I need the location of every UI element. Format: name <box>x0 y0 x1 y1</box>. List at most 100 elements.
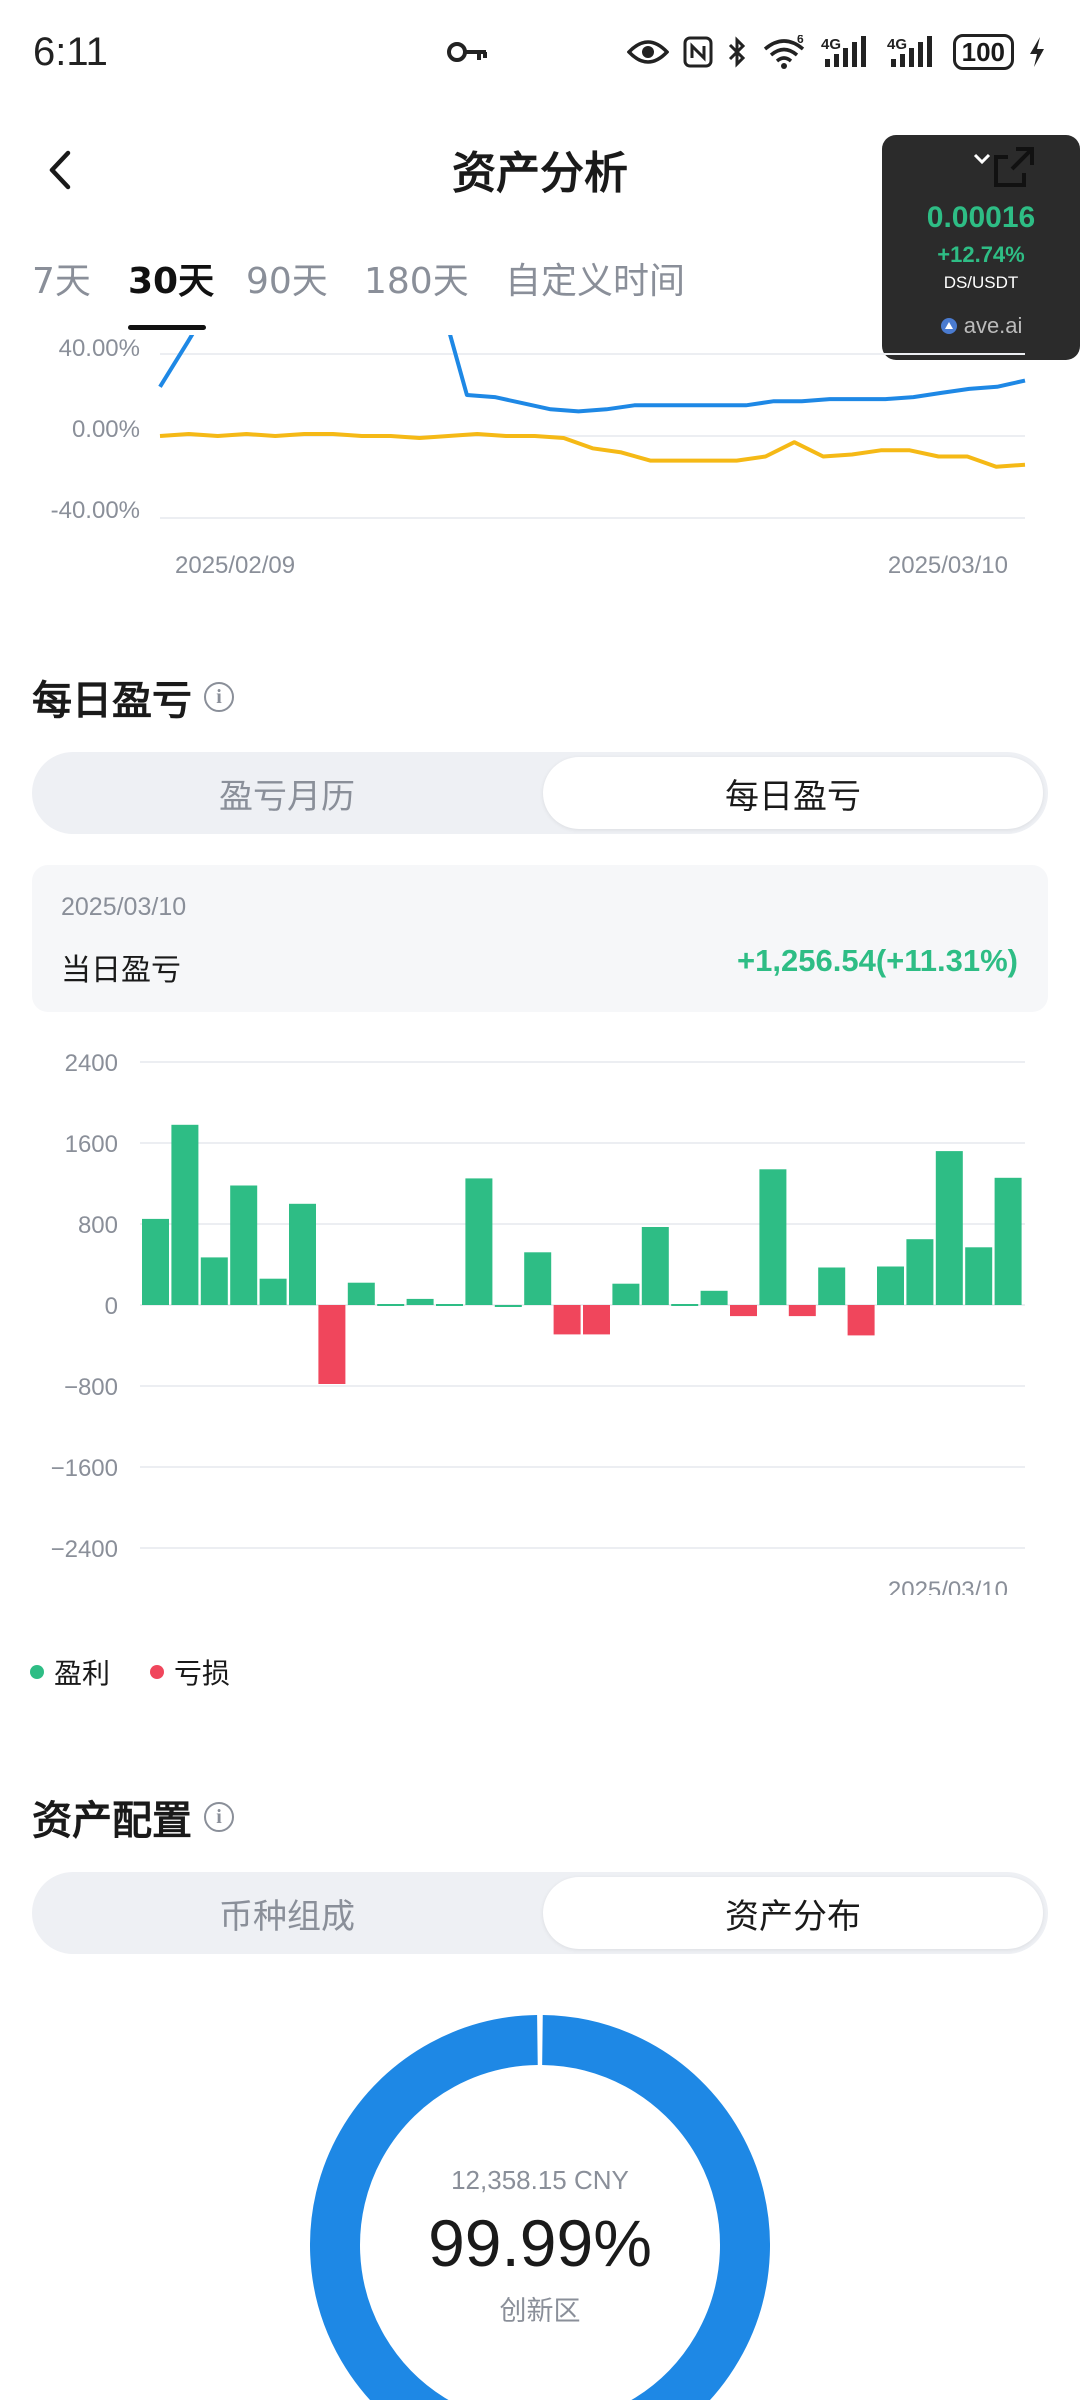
bar <box>759 1169 787 1305</box>
legend-loss: 亏损 <box>150 1652 230 1692</box>
bar <box>965 1247 993 1305</box>
bar <box>494 1305 522 1307</box>
segment-coin-composition[interactable]: 币种组成 <box>37 1877 537 1949</box>
bar <box>406 1298 434 1305</box>
bar <box>142 1218 169 1305</box>
loss-dot <box>150 1665 165 1679</box>
bar <box>612 1283 640 1305</box>
y-tick-label: −1600 <box>51 1455 118 1482</box>
bar <box>553 1305 581 1335</box>
bar <box>524 1252 552 1305</box>
bar <box>671 1304 699 1306</box>
daily-pnl-bar-chart: 2400 1600 800 0 −800 −1600 −2400 2025/03/10 <box>51 1050 1025 1595</box>
y-tick-label: 40.00% <box>59 335 140 362</box>
pnl-value: +1,256.54(+11.31%) <box>737 943 1018 978</box>
bar <box>465 1178 493 1305</box>
widget-pair: DS/USDT <box>943 273 1019 292</box>
net-label-2: 4G <box>887 36 907 53</box>
y-tick-label: −800 <box>64 1374 118 1401</box>
asset-allocation-title-text: 资产配置 <box>32 1798 192 1844</box>
y-tick-label: 1600 <box>65 1131 118 1158</box>
y-tick-label: 2400 <box>65 1050 118 1077</box>
profit-dot <box>30 1665 44 1679</box>
bar <box>847 1305 875 1336</box>
bar <box>583 1305 610 1335</box>
bar <box>259 1278 287 1305</box>
eye-icon <box>626 38 669 66</box>
tab-custom-time[interactable]: 自定义时间 <box>505 252 685 304</box>
bar <box>230 1185 258 1305</box>
widget-price: 0.00016 <box>926 201 1036 234</box>
segment-pnl-calendar[interactable]: 盈亏月历 <box>37 757 537 829</box>
bar <box>377 1304 405 1306</box>
status-icons: 6 4G 4G 100 <box>626 34 1046 70</box>
y-tick-label: 800 <box>78 1212 118 1239</box>
wifi-label: 6 <box>797 35 804 46</box>
y-tick-label: −2400 <box>51 1536 118 1563</box>
bar <box>171 1124 199 1305</box>
ave-logo-icon <box>940 318 957 334</box>
donut-label: 创新区 <box>499 2296 581 2327</box>
asset-view-segment: 币种组成 资产分布 <box>32 1872 1048 1954</box>
price-widget[interactable]: 0.00016 +12.74% DS/USDT ave.ai <box>882 135 1080 360</box>
tab-180d[interactable]: 180天 <box>364 252 469 304</box>
net-label-1: 4G <box>821 36 841 53</box>
key-icon <box>446 40 488 68</box>
bar <box>700 1290 728 1305</box>
daily-pnl-title: 每日盈亏 i <box>32 668 234 726</box>
bar <box>436 1304 463 1306</box>
segment-daily-pnl[interactable]: 每日盈亏 <box>543 757 1043 829</box>
nfc-icon <box>683 36 713 68</box>
signal-4g-icon: 4G <box>887 35 939 69</box>
bar <box>906 1239 934 1305</box>
bar <box>200 1257 228 1305</box>
bar <box>877 1266 904 1305</box>
segment-asset-distribution[interactable]: 资产分布 <box>543 1877 1043 1949</box>
pnl-view-segment: 盈亏月历 每日盈亏 <box>32 752 1048 834</box>
info-icon[interactable]: i <box>204 682 234 712</box>
donut-percent: 99.99% <box>428 2206 652 2280</box>
pnl-label: 当日盈亏 <box>61 953 181 988</box>
bar <box>935 1151 963 1305</box>
bar <box>994 1177 1022 1305</box>
daily-pnl-title-text: 每日盈亏 <box>32 678 192 724</box>
chevron-down-icon[interactable] <box>972 147 992 171</box>
x-tick-label: 2025/02/09 <box>175 552 295 579</box>
signal-4g-icon: 4G <box>821 35 873 69</box>
bar <box>730 1305 757 1317</box>
battery-level: 100 <box>961 36 1005 67</box>
bluetooth-icon <box>727 36 747 68</box>
widget-change: +12.74% <box>937 242 1025 267</box>
battery-icon: 100 <box>952 34 1014 70</box>
y-tick-label: -40.00% <box>51 497 140 524</box>
bar <box>818 1267 846 1305</box>
bar <box>788 1305 816 1317</box>
legend-profit-label: 盈利 <box>54 1657 111 1690</box>
charging-icon <box>1028 36 1046 68</box>
pnl-legend: 盈利 亏损 <box>30 1652 230 1692</box>
tab-90d[interactable]: 90天 <box>246 252 328 304</box>
legend-profit: 盈利 <box>30 1652 110 1692</box>
wifi-icon: 6 <box>761 35 807 69</box>
legend-loss-label: 亏损 <box>174 1657 231 1690</box>
x-tick-label: 2025/03/10 <box>888 1577 1008 1595</box>
daily-pnl-card: 2025/03/10 当日盈亏 +1,256.54(+11.31%) <box>32 865 1048 1012</box>
series-line-blue <box>158 335 1026 414</box>
tab-7d[interactable]: 7天 <box>32 252 91 304</box>
bar <box>318 1305 346 1384</box>
active-tab-indicator <box>128 325 206 330</box>
return-line-chart: 40.00% 0.00% -40.00% 2025/02/09 2025/03/… <box>51 335 1026 579</box>
pnl-date: 2025/03/10 <box>61 893 187 921</box>
bar <box>641 1227 669 1305</box>
external-link-icon[interactable] <box>990 145 1036 195</box>
bar <box>347 1282 375 1305</box>
y-tick-label: 0 <box>105 1293 118 1320</box>
x-tick-label: 2025/03/10 <box>888 552 1008 579</box>
info-icon[interactable]: i <box>204 1802 234 1832</box>
asset-allocation-title: 资产配置 i <box>32 1788 234 1846</box>
series-line-yellow <box>159 432 1026 469</box>
status-time: 6:11 <box>33 30 108 74</box>
tab-30d[interactable]: 30天 <box>128 252 214 304</box>
status-bar: 6:11 6 4G 4G 100 <box>0 0 1080 115</box>
y-tick-label: 0.00% <box>72 416 140 443</box>
